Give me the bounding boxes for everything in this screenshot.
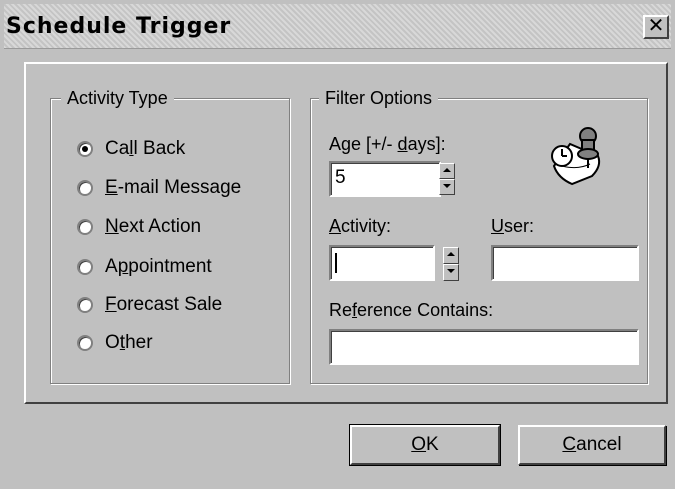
appointment-label: Appointment [105, 256, 212, 277]
age-days-label: Age [+/- days]: [329, 134, 446, 154]
radio-other[interactable]: Other [77, 329, 153, 357]
activity-spin-down-button[interactable] [443, 264, 459, 281]
activity-spinner[interactable] [443, 247, 459, 281]
schedule-trigger-dialog: Schedule Trigger ✕ Activity Type Call Ba… [0, 0, 675, 489]
age-spin-down-button[interactable] [439, 179, 455, 195]
text-caret [335, 253, 337, 273]
next-action-label: Next Action [105, 216, 202, 237]
cancel-button[interactable]: Cancel [518, 425, 666, 465]
age-days-input[interactable]: 5 [329, 161, 441, 197]
activity-type-label: Activity Type [61, 87, 174, 109]
user-input[interactable] [491, 245, 639, 281]
dialog-title: Schedule Trigger [6, 14, 232, 39]
other-radio-icon[interactable] [77, 335, 93, 351]
activity-spin-up-button[interactable] [443, 247, 459, 264]
close-icon: ✕ [647, 15, 665, 37]
schedule-pushpin-icon [551, 127, 601, 186]
next-action-radio-icon[interactable] [77, 219, 93, 235]
email-message-label: E-mail Message [105, 177, 242, 198]
appointment-radio-icon[interactable] [77, 259, 93, 275]
radio-call-back[interactable]: Call Back [77, 135, 185, 163]
age-spin-up-button[interactable] [439, 163, 455, 179]
email-message-radio-icon[interactable] [77, 180, 93, 196]
call-back-radio-icon[interactable] [77, 141, 93, 157]
user-label: User: [491, 216, 535, 236]
reference-contains-input[interactable] [329, 329, 639, 365]
radio-next-action[interactable]: Next Action [77, 213, 201, 241]
radio-email-message[interactable]: E-mail Message [77, 174, 241, 202]
age-days-spinner[interactable] [439, 163, 455, 195]
forecast-sale-radio-icon[interactable] [77, 297, 93, 313]
filter-options-label: Filter Options [319, 87, 439, 109]
reference-contains-label: Reference Contains: [329, 300, 494, 320]
close-button[interactable]: ✕ [643, 15, 669, 39]
activity-type-group: Activity Type Call Back E-mail Message N… [50, 87, 290, 384]
radio-forecast-sale[interactable]: Forecast Sale [77, 291, 222, 319]
ok-button[interactable]: OK [349, 424, 501, 466]
other-label: Other [105, 332, 153, 353]
activity-input[interactable] [329, 245, 435, 281]
activity-label: Activity: [329, 216, 392, 236]
forecast-sale-label: Forecast Sale [105, 294, 223, 315]
radio-appointment[interactable]: Appointment [77, 253, 212, 281]
main-panel: Activity Type Call Back E-mail Message N… [24, 62, 668, 404]
call-back-label: Call Back [105, 138, 186, 159]
title-bar[interactable]: Schedule Trigger ✕ [4, 4, 671, 49]
